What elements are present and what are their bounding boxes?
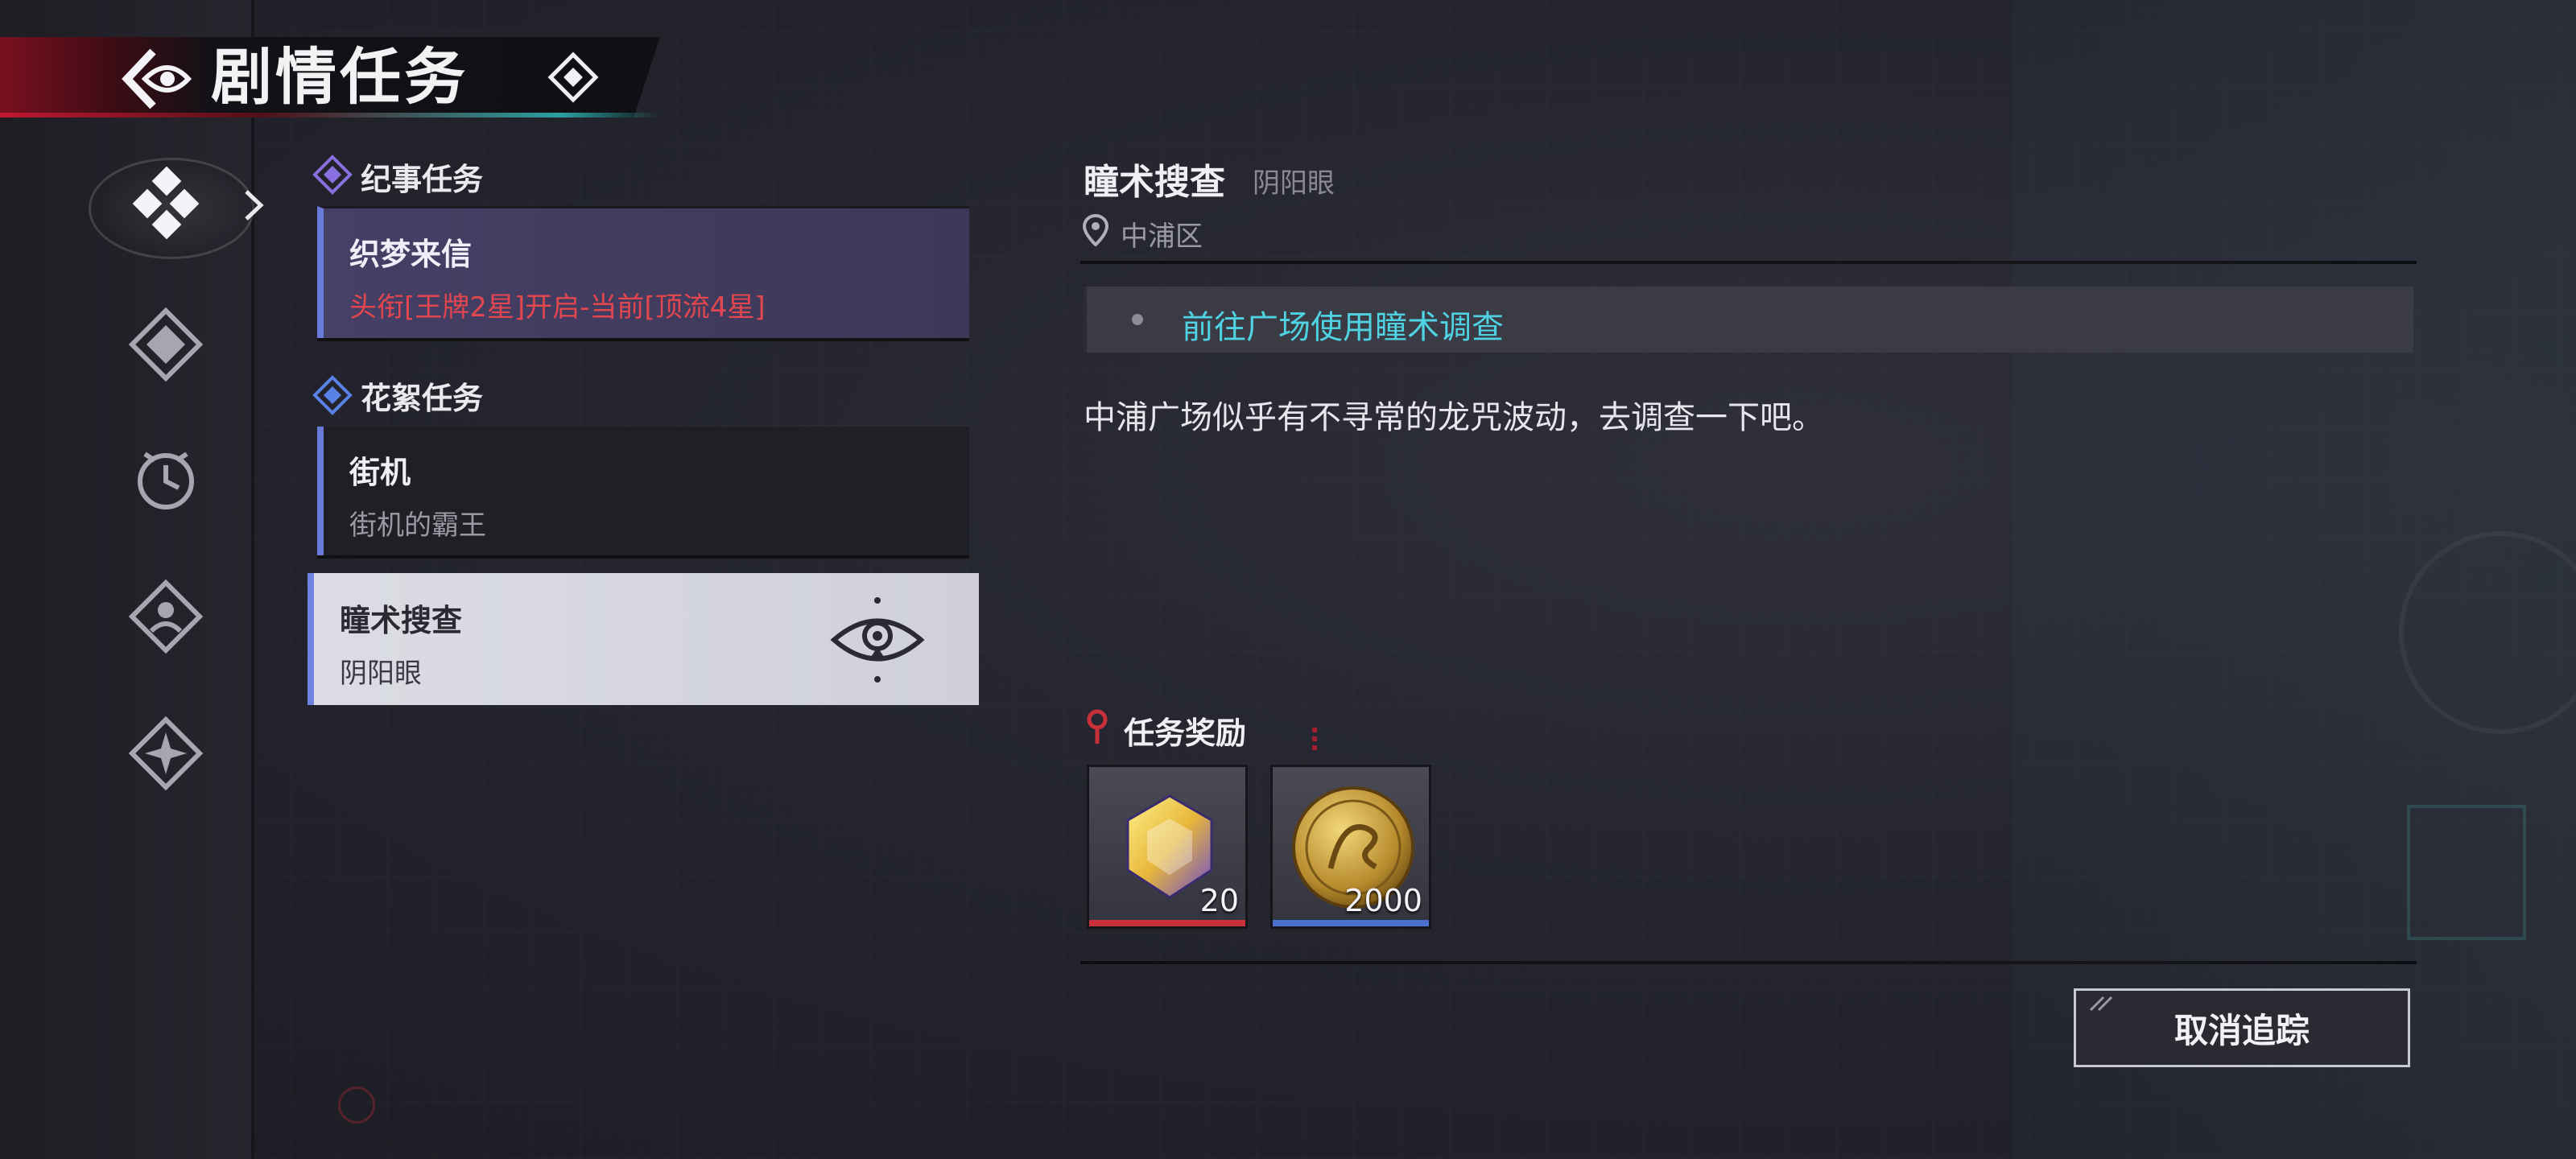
divider bbox=[1080, 261, 2417, 264]
rail-tab-main-story[interactable] bbox=[122, 161, 209, 248]
rarity-bar bbox=[1089, 920, 1245, 926]
chevron-right-icon bbox=[245, 190, 264, 221]
rail-tab-special[interactable] bbox=[122, 710, 209, 797]
cancel-tracking-label: 取消追踪 bbox=[2174, 1010, 2310, 1050]
location-pin-icon bbox=[1082, 214, 1109, 246]
reward-quantity: 2000 bbox=[1344, 883, 1422, 918]
section-title-chronicle: 纪事任务 bbox=[361, 161, 484, 197]
reward-item[interactable]: 20 bbox=[1087, 765, 1248, 929]
detail-quest-subtitle: 阴阳眼 bbox=[1253, 167, 1335, 200]
reward-title: 任务奖励 bbox=[1124, 715, 1247, 751]
red-pin-icon bbox=[1087, 709, 1108, 744]
page-title: 剧情任务 bbox=[211, 41, 469, 113]
decorative-slash bbox=[2089, 996, 2113, 1012]
cancel-tracking-button[interactable]: 取消追踪 bbox=[2074, 988, 2410, 1067]
sparkle-diamond-icon bbox=[128, 716, 204, 791]
four-diamond-icon bbox=[132, 166, 200, 240]
objective-text: 前往广场使用瞳术调查 bbox=[1182, 309, 1504, 346]
quest-unlock-requirement: 头衔[王牌2星]开启-当前[顶流4星] bbox=[349, 291, 766, 324]
reward-quantity: 20 bbox=[1199, 883, 1239, 918]
section-title-side: 花絮任务 bbox=[361, 380, 484, 416]
quest-description: 中浦广场似乎有不寻常的龙咒波动，去调查一下吧。 bbox=[1084, 399, 1824, 436]
detail-location: 中浦区 bbox=[1121, 221, 1203, 253]
objective-row: 前往广场使用瞳术调查 bbox=[1084, 287, 2413, 353]
rail-tab-character[interactable] bbox=[122, 573, 209, 660]
decorative-circle bbox=[338, 1087, 375, 1124]
rail-tab-events[interactable] bbox=[122, 301, 209, 388]
decorative-dots bbox=[1312, 728, 1317, 750]
diamond-star-icon bbox=[128, 307, 204, 382]
background-seal-stamp bbox=[2407, 805, 2526, 940]
quest-name: 街机 bbox=[349, 454, 411, 490]
reward-item[interactable]: 2000 bbox=[1270, 765, 1431, 929]
quest-card[interactable]: 街机 街机的霸王 bbox=[317, 427, 969, 555]
bullet-dot bbox=[1132, 314, 1143, 325]
diamond-icon bbox=[547, 52, 599, 103]
blue-diamond-icon bbox=[312, 375, 353, 415]
rail-tab-daily[interactable] bbox=[122, 435, 209, 522]
quest-name: 织梦来信 bbox=[349, 236, 473, 272]
clock-icon bbox=[138, 452, 194, 509]
quest-subtitle: 街机的霸王 bbox=[349, 509, 486, 542]
tracking-eye-icon bbox=[830, 597, 925, 683]
detail-quest-title: 瞳术搜查 bbox=[1084, 162, 1225, 203]
quest-card-selected[interactable]: 瞳术搜查 阴阳眼 bbox=[308, 573, 979, 705]
back-button[interactable] bbox=[121, 45, 193, 113]
quest-card[interactable]: 织梦来信 头衔[王牌2星]开启-当前[顶流4星] bbox=[317, 206, 969, 338]
rarity-bar bbox=[1273, 920, 1429, 926]
back-eye-icon bbox=[122, 48, 192, 109]
diamond-person-icon bbox=[128, 579, 204, 654]
divider bbox=[1080, 961, 2417, 964]
purple-diamond-icon bbox=[312, 155, 353, 195]
